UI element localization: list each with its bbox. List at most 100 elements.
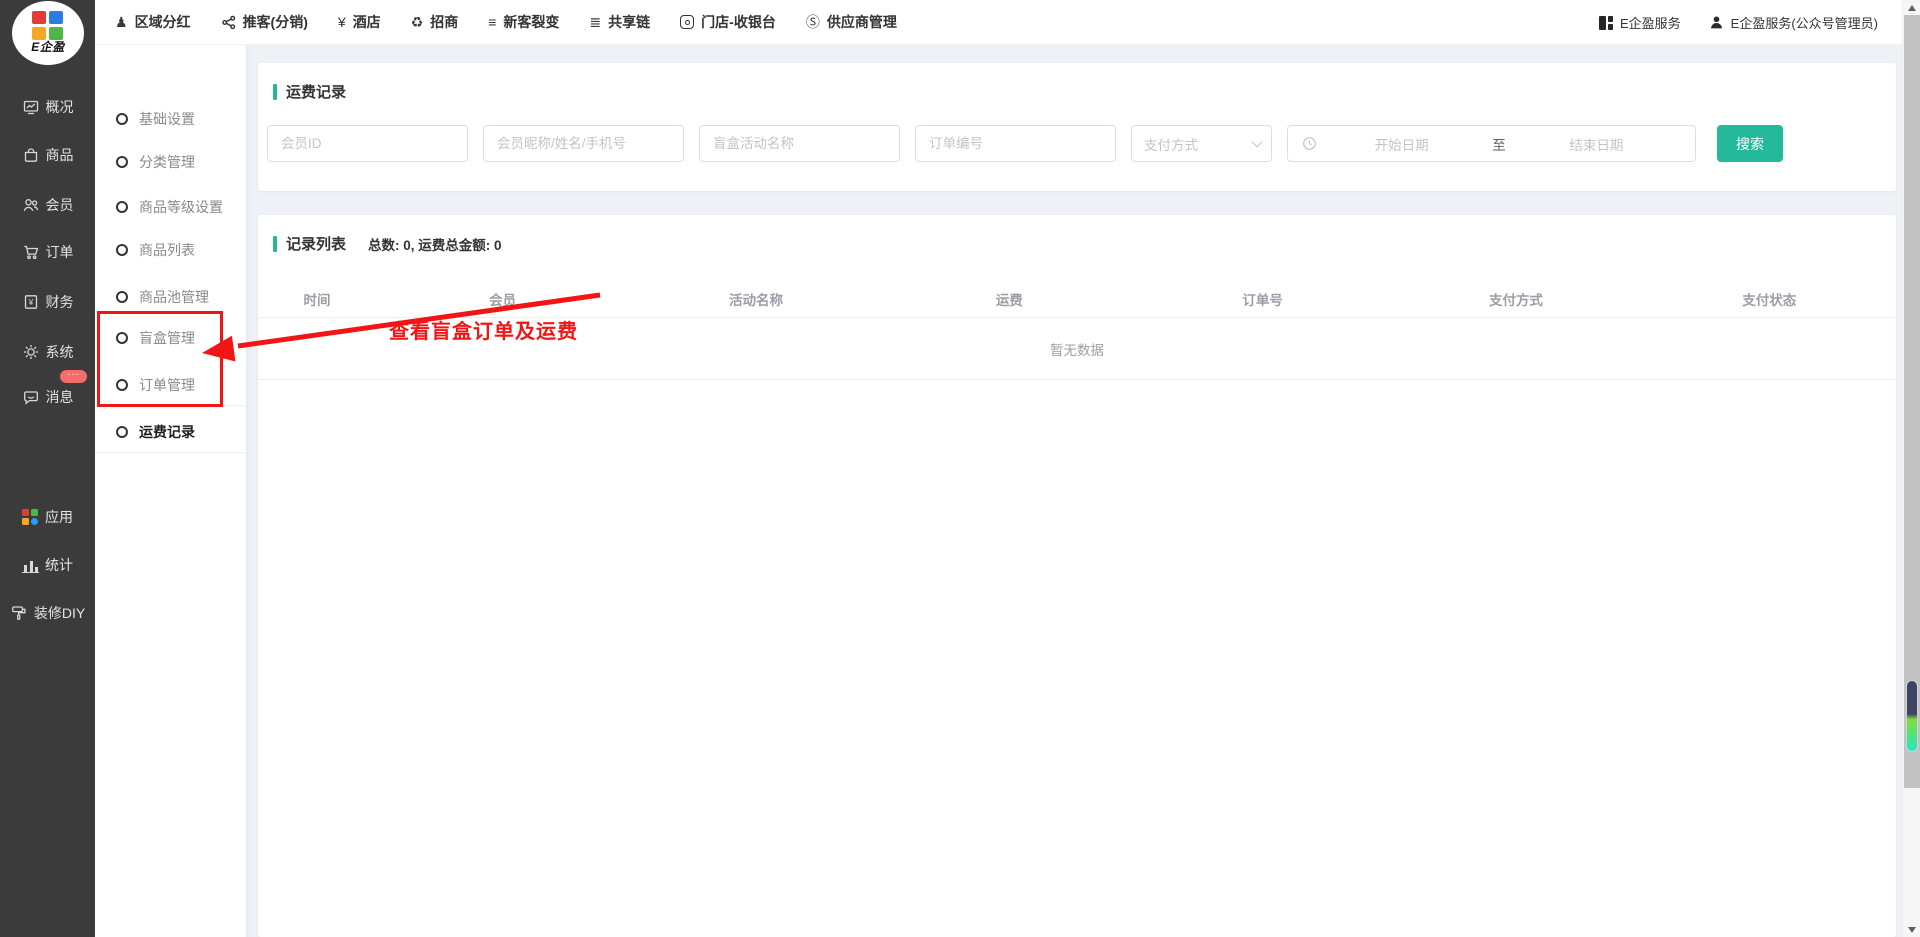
column-header-member: 会员 xyxy=(376,289,629,309)
search-filters: 支付方式 开始日期 至 结束日期 搜索 xyxy=(267,125,1783,162)
scrollbar-up-button[interactable] xyxy=(1903,0,1920,15)
submenu-item-goods-pool-management[interactable]: 商品池管理 xyxy=(95,276,247,318)
service-menu[interactable]: E企盈服务 xyxy=(1599,13,1681,32)
account-label: E企盈服务(公众号管理员) xyxy=(1731,13,1878,32)
sidebar-item-apps[interactable]: 应用 xyxy=(0,497,95,537)
sidebar-item-label: 财务 xyxy=(46,292,74,312)
pay-method-placeholder: 支付方式 xyxy=(1144,134,1251,154)
submenu-item-order-management[interactable]: 订单管理 xyxy=(95,364,247,406)
sidebar-item-label: 会员 xyxy=(46,195,74,215)
sidebar-item-goods[interactable]: 商品 xyxy=(0,135,95,175)
submenu-item-label: 基础设置 xyxy=(139,109,195,129)
column-header-freight: 运费 xyxy=(883,289,1136,309)
date-range-picker[interactable]: 开始日期 至 结束日期 xyxy=(1287,125,1696,162)
shop-bag-icon xyxy=(22,146,40,164)
blind-box-activity-input[interactable] xyxy=(699,125,900,162)
panel-title: 运费记录 xyxy=(258,63,1896,102)
submenu-item-category-management[interactable]: 分类管理 xyxy=(95,141,247,183)
table-header-row: 时间 会员 活动名称 运费 订单号 支付方式 支付状态 xyxy=(258,280,1896,318)
nav-item-promoter[interactable]: 推客(分销) xyxy=(221,12,308,32)
bar-chart-icon xyxy=(22,558,39,573)
nav-item-label: 门店-收银台 xyxy=(701,12,776,32)
pay-method-select[interactable]: 支付方式 xyxy=(1131,125,1272,162)
sidebar-item-label: 商品 xyxy=(46,145,74,165)
nav-item-label: 共享链 xyxy=(608,12,650,32)
sidebar-item-decorate-diy[interactable]: 装修DIY xyxy=(0,593,95,633)
member-id-input[interactable] xyxy=(267,125,468,162)
column-header-activity: 活动名称 xyxy=(629,289,882,309)
sidebar-item-members[interactable]: 会员 xyxy=(0,185,95,225)
circle-icon xyxy=(116,379,128,391)
column-header-order-no: 订单号 xyxy=(1136,289,1389,309)
nav-item-hotel[interactable]: ¥ 酒店 xyxy=(338,12,381,32)
nav-item-store-cashier[interactable]: 门店-收银台 xyxy=(680,12,776,32)
title-accent-bar xyxy=(273,84,277,100)
clock-icon xyxy=(1302,136,1317,151)
supplier-icon: Ⓢ xyxy=(806,15,820,29)
top-navigation: ♟ 区域分红 推客(分销) ¥ 酒店 ♻ 招商 ≡ 新客裂变 ≣ 共享链 门店-… xyxy=(95,12,897,32)
sidebar-item-overview[interactable]: 概况 xyxy=(0,87,95,127)
submenu-item-goods-level-settings[interactable]: 商品等级设置 xyxy=(95,186,247,228)
brand-name: E企盈 xyxy=(31,38,65,55)
nav-item-label: 招商 xyxy=(430,12,458,32)
sidebar-item-statistics[interactable]: 统计 xyxy=(0,545,95,585)
submenu-item-label: 分类管理 xyxy=(139,152,195,172)
account-menu[interactable]: E企盈服务(公众号管理员) xyxy=(1709,13,1878,32)
nav-item-label: 新客裂变 xyxy=(503,12,559,32)
nav-item-new-customer-fission[interactable]: ≡ 新客裂变 xyxy=(488,12,559,32)
sidebar-item-system[interactable]: 系统 xyxy=(0,332,95,372)
scroll-position-marker xyxy=(1906,680,1918,752)
nav-item-supplier-management[interactable]: Ⓢ 供应商管理 xyxy=(806,12,897,32)
records-summary: 总数: 0, 运费总金额: 0 xyxy=(368,234,502,254)
arrow-down-icon xyxy=(1908,927,1916,933)
circle-icon xyxy=(116,332,128,344)
main-sidebar: E企盈 概况 商品 会员 订单 ¥ 财务 系统 消息 ··· 应用 统计 装修D… xyxy=(0,0,95,937)
submenu-item-goods-list[interactable]: 商品列表 xyxy=(95,229,247,271)
nav-item-label: 供应商管理 xyxy=(827,12,897,32)
submenu-item-basic-settings[interactable]: 基础设置 xyxy=(95,98,247,140)
main-content: 运费记录 支付方式 开始日期 至 结束日期 搜索 记录列表 总数: 0, 运费总… xyxy=(247,45,1902,937)
search-button[interactable]: 搜索 xyxy=(1717,125,1783,162)
sidebar-item-messages[interactable]: 消息 ··· xyxy=(0,377,95,417)
records-title: 记录列表 xyxy=(286,233,346,254)
finance-yen-icon: ¥ xyxy=(22,293,40,311)
sidebar-item-label: 统计 xyxy=(45,555,73,575)
message-badge: ··· xyxy=(60,370,87,383)
service-label: E企盈服务 xyxy=(1620,13,1681,32)
page-scrollbar[interactable] xyxy=(1902,0,1920,937)
nav-item-label: 区域分红 xyxy=(135,12,191,32)
nav-item-investment[interactable]: ♻ 招商 xyxy=(411,12,459,32)
dashboard-grid-icon xyxy=(1599,16,1613,30)
panel-title: 记录列表 总数: 0, 运费总金额: 0 xyxy=(258,215,1896,254)
sidebar-item-label: 消息 xyxy=(46,387,74,407)
title-accent-bar xyxy=(273,236,277,252)
sidebar-item-label: 概况 xyxy=(46,97,74,117)
trophy-icon: ♟ xyxy=(115,15,128,29)
apps-grid-icon xyxy=(22,509,39,526)
gear-icon xyxy=(22,343,40,361)
menu-lines-icon: ≡ xyxy=(488,15,496,29)
empty-text: 暂无数据 xyxy=(1050,339,1104,359)
end-date-placeholder: 结束日期 xyxy=(1512,134,1681,154)
submenu-item-blind-box-management[interactable]: 盲盒管理 xyxy=(95,317,247,359)
yen-icon: ¥ xyxy=(338,15,346,29)
sidebar-item-finance[interactable]: ¥ 财务 xyxy=(0,282,95,322)
submenu-item-freight-records[interactable]: 运费记录 xyxy=(95,411,247,453)
sidebar-item-orders[interactable]: 订单 xyxy=(0,232,95,272)
nav-item-region-bonus[interactable]: ♟ 区域分红 xyxy=(115,12,191,32)
order-no-input[interactable] xyxy=(915,125,1116,162)
scrollbar-thumb[interactable] xyxy=(1904,15,1920,788)
submenu-item-label: 商品池管理 xyxy=(139,287,209,307)
users-icon xyxy=(22,196,40,214)
chevron-down-icon xyxy=(1251,136,1262,147)
column-header-pay-method: 支付方式 xyxy=(1389,289,1642,309)
scrollbar-down-button[interactable] xyxy=(1903,922,1920,937)
nav-item-share-chain[interactable]: ≣ 共享链 xyxy=(589,12,650,32)
share-icon xyxy=(221,15,236,30)
sidebar-item-label: 装修DIY xyxy=(34,603,85,623)
svg-text:¥: ¥ xyxy=(27,297,33,307)
submenu-item-label: 订单管理 xyxy=(139,375,195,395)
start-date-placeholder: 开始日期 xyxy=(1317,134,1486,154)
app-logo[interactable]: E企盈 xyxy=(12,1,84,65)
member-info-input[interactable] xyxy=(483,125,684,162)
